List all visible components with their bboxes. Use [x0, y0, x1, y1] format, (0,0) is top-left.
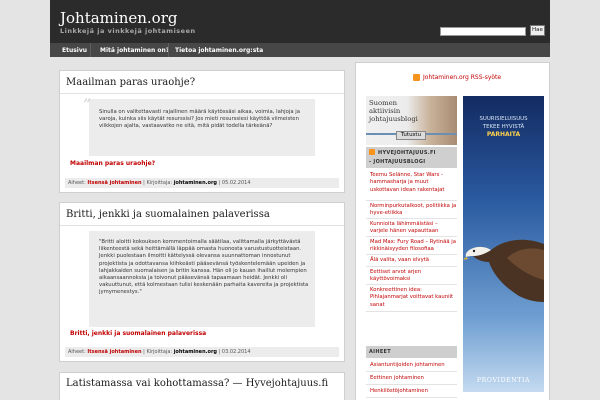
- ad-sky-line: TEKEE HYVISTÄ: [482, 123, 525, 130]
- ad-sky-text: SUURISIELUISUUS TEKEE HYVISTÄ PARHAITA: [463, 116, 544, 139]
- post-excerpt: "Britti aloitti kokouksen kommentoimalla…: [99, 239, 309, 297]
- list-item[interactable]: Kunnioita lähimmäistäsi – varjele hänen …: [366, 219, 457, 237]
- list-item[interactable]: Eettinen johtaminen: [366, 373, 457, 385]
- search-button[interactable]: Hae: [530, 25, 545, 36]
- post-excerpt: Sinulla on valitettavasti rajallinen mää…: [99, 109, 305, 131]
- ad-banner-small[interactable]: Suomen aktiivisin johtajuusblogi Tutustu: [366, 96, 457, 145]
- meta-categories-label: Aiheet:: [68, 180, 86, 186]
- widget-title: - JOHTAJUUSBLOGI: [369, 159, 426, 165]
- post-meta: Aiheet: Itsensä johtaminen | Kirjoittaja…: [65, 178, 339, 188]
- ad-small-line: aktiivisin: [369, 107, 401, 115]
- nav-item-what-is-leadership[interactable]: Mitä johtaminen on?: [100, 47, 169, 54]
- list-item[interactable]: Asiantuntijoiden johtaminen: [366, 360, 457, 372]
- post-card: Latistamassa vai kohottamassa? — Hyvejoh…: [59, 372, 345, 400]
- meta-date: 05.02.2014: [221, 180, 251, 186]
- search-input[interactable]: [440, 27, 526, 36]
- ad-small-line: johtajuusblogi: [369, 115, 418, 123]
- ad-sky-line: PARHAITA: [486, 131, 521, 138]
- rss-link[interactable]: Johtaminen.org RSS-syöte: [423, 74, 501, 81]
- excerpt-paragraph: "Britti aloitti kokouksen kommentoimalla…: [99, 239, 309, 296]
- post-title[interactable]: Britti, jenkki ja suomalainen palaveriss…: [66, 209, 270, 220]
- list-item[interactable]: Henkilöstöjohtaminen: [366, 386, 457, 398]
- post-divider: [60, 93, 344, 94]
- post-title[interactable]: Latistamassa vai kohottamassa? — Hyvejoh…: [66, 378, 328, 389]
- meta-category-link[interactable]: Itsensä johtaminen: [87, 349, 141, 355]
- rss-icon[interactable]: [369, 149, 375, 155]
- quote-box: "Britti aloitti kokouksen kommentoimalla…: [89, 231, 315, 327]
- meta-categories-label: Aiheet:: [68, 349, 86, 355]
- eagle-icon: [463, 239, 544, 302]
- post-meta: Aiheet: Itsensä johtaminen | Kirjoittaja…: [65, 347, 339, 357]
- ad-sky-brand: PROVIDENTIA: [476, 377, 531, 384]
- ad-banner-skyscraper[interactable]: SUURISIELUISUUS TEKEE HYVISTÄ PARHAITA P…: [463, 96, 544, 392]
- excerpt-paragraph: Sinulla on valitettavasti rajallinen mää…: [99, 109, 301, 130]
- nav-separator: [90, 43, 91, 57]
- post-card: Maailman paras uraohje? ” Sinulla on val…: [59, 70, 345, 193]
- list-item[interactable]: Älä valita, vaan elvytä: [366, 255, 457, 267]
- meta-category-link[interactable]: Itsensä johtaminen: [87, 180, 141, 186]
- widget-header: AIHEET: [366, 346, 457, 358]
- site-title[interactable]: Johtaminen.org: [60, 9, 177, 27]
- meta-author-link[interactable]: johtaminen.org: [174, 349, 217, 355]
- meta-author-label: Kirjoittaja:: [146, 349, 173, 355]
- nav-separator: [168, 43, 169, 57]
- widget-header: HYVEJOHTAJUUS.FI - JOHTAJUUSBLOGI: [366, 147, 457, 168]
- quote-box: ” Sinulla on valitettavasti rajallinen m…: [83, 97, 315, 156]
- nav-item-home[interactable]: Etusivu: [62, 47, 87, 54]
- list-item[interactable]: Teemu Selänne, Star Wars - hammasharja j…: [366, 170, 457, 201]
- meta-author-label: Kirjoittaja:: [146, 180, 173, 186]
- list-item[interactable]: Konkreettinen idea: Pihlajanmarjat voitt…: [366, 285, 457, 312]
- meta-author-link[interactable]: johtaminen.org: [174, 180, 217, 186]
- meta-date: 03.02.2014: [221, 349, 251, 355]
- widget-title[interactable]: HYVEJOHTAJUUS.FI: [378, 150, 436, 156]
- nav-item-about[interactable]: Tietoa johtaminen.org:sta: [175, 47, 263, 54]
- ad-small-button[interactable]: Tutustu: [396, 131, 426, 140]
- quote-mark-icon: ”: [83, 95, 92, 114]
- ad-small-line: Suomen: [369, 99, 397, 107]
- site-description: Linkkejä ja vinkkejä johtamiseen: [60, 27, 196, 35]
- site-header: Johtaminen.org Linkkejä ja vinkkejä joht…: [50, 0, 550, 43]
- ad-small-text: Suomen aktiivisin johtajuusblogi: [369, 99, 418, 123]
- rss-icon[interactable]: [413, 74, 420, 81]
- main-nav: Etusivu Mitä johtaminen on? Tietoa johta…: [50, 43, 550, 57]
- list-item[interactable]: Eettiset arvot arjen käyttövoimaksi: [366, 267, 457, 285]
- post-divider: [60, 225, 344, 226]
- source-link[interactable]: Britti, jenkki ja suomalainen palaveriss…: [70, 330, 206, 337]
- post-title[interactable]: Maailman paras uraohje?: [66, 77, 195, 88]
- post-card: Britti, jenkki ja suomalainen palaveriss…: [59, 202, 345, 362]
- list-item[interactable]: Norminpurkutalkoot, politiikka ja hyve-e…: [366, 201, 457, 219]
- widget-title: AIHEET: [369, 349, 391, 355]
- source-link[interactable]: Maailman paras uraohje?: [70, 160, 155, 167]
- ad-sky-line: SUURISIELUISUUS: [479, 116, 528, 122]
- list-item[interactable]: Mad Max: Fury Road – Rytinää ja rikkinäi…: [366, 237, 457, 255]
